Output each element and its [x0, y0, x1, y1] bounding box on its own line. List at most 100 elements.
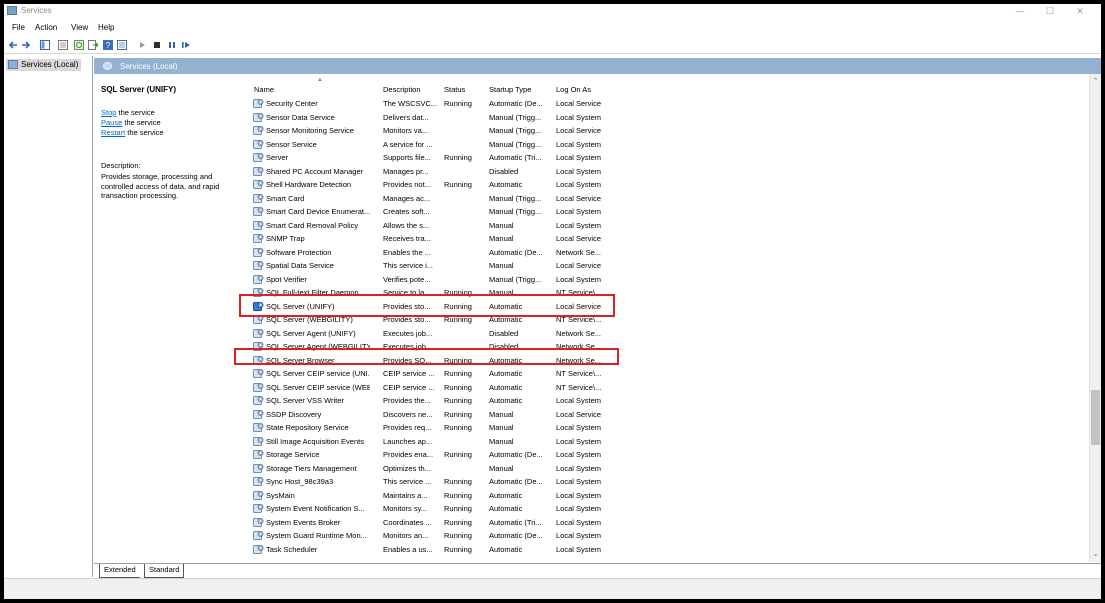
cell-description: Manages pr... — [383, 166, 429, 176]
table-row[interactable]: Spatial Data Service This service i... Man… — [245, 259, 1089, 273]
scrollbar-thumb[interactable] — [1091, 390, 1100, 445]
scroll-up-arrow-icon[interactable]: ⌃ — [1090, 76, 1101, 87]
table-row[interactable]: Smart Card Removal Policy Allows the s...… — [245, 219, 1089, 233]
table-row[interactable]: Sync Host_98c39a3 This service ... Running… — [245, 475, 1089, 489]
column-header-log-on-as[interactable]: Log On As — [556, 85, 591, 94]
cell-log-on-as: Network Se... — [556, 247, 602, 257]
start-service-icon[interactable] — [137, 40, 147, 50]
menu-file[interactable]: File — [12, 23, 25, 32]
column-header-status[interactable]: Status — [444, 85, 465, 94]
table-row[interactable]: SQL Server CEIP service (WEB... CEIP serv… — [245, 381, 1089, 395]
table-row[interactable]: Software Protection Enables the ... Automa… — [245, 246, 1089, 260]
table-row[interactable]: Server Supports file... Running Automatic (… — [245, 151, 1089, 165]
minimize-button[interactable]: — — [1008, 5, 1032, 17]
services-node-icon — [8, 60, 18, 69]
service-gear-icon — [253, 490, 264, 501]
table-row[interactable]: Spot Verifier Verifies pote... Manual (Tri… — [245, 273, 1089, 287]
table-row[interactable]: System Guard Runtime Mon... Monitors an..… — [245, 529, 1089, 543]
pause-service-icon[interactable] — [167, 40, 177, 50]
column-header-name[interactable]: Name — [254, 85, 274, 94]
export-list-icon[interactable] — [88, 40, 98, 50]
back-arrow-icon[interactable] — [8, 40, 18, 50]
table-row[interactable]: Task Scheduler Enables a us... Running Auto… — [245, 543, 1089, 557]
scroll-down-arrow-icon[interactable]: ⌄ — [1090, 549, 1101, 560]
cell-name: Sync Host_98c39a3 — [266, 477, 334, 486]
column-header-description[interactable]: Description — [383, 85, 421, 94]
menu-help[interactable]: Help — [98, 23, 114, 32]
table-row[interactable]: SSDP Discovery Discovers ne... Running Manu… — [245, 408, 1089, 422]
close-button[interactable]: ✕ — [1068, 5, 1092, 17]
tab-standard[interactable]: Standard — [144, 564, 185, 578]
cell-name: SysMain — [266, 490, 295, 500]
column-header-startup-type[interactable]: Startup Type — [489, 85, 531, 94]
forward-arrow-icon[interactable] — [21, 40, 31, 50]
cell-startup-type: Manual — [489, 436, 514, 446]
table-row[interactable]: Storage Tiers Management Optimizes th... M… — [245, 462, 1089, 476]
cell-log-on-as: Local System — [556, 463, 602, 473]
table-row[interactable]: Smart Card Device Enumerat... Creates sof… — [245, 205, 1089, 219]
services-app-icon — [7, 6, 17, 15]
service-gear-icon — [253, 233, 264, 244]
tree-item-services-local[interactable]: Services (Local) — [6, 59, 82, 71]
pause-service-line: Pause the service — [101, 118, 161, 127]
cell-log-on-as: Local System — [556, 153, 602, 162]
table-row[interactable]: SQL Server Agent (UNIFY) Executes job... D… — [245, 327, 1089, 341]
refresh-icon[interactable] — [74, 40, 84, 50]
restart-service-icon[interactable] — [181, 40, 191, 50]
cell-description: Provides req... — [383, 423, 432, 432]
maximize-button[interactable]: ☐ — [1038, 5, 1062, 17]
table-row[interactable]: Sensor Data Service Delivers dat... Manual… — [245, 111, 1089, 125]
restart-service-link[interactable]: Restart — [101, 128, 125, 137]
properties-grid-icon[interactable] — [58, 40, 68, 50]
menu-action[interactable]: Action — [35, 23, 57, 32]
service-gear-icon — [253, 139, 264, 150]
cell-startup-type: Manual — [489, 234, 514, 243]
table-row[interactable]: Shell Hardware Detection Provides not... R… — [245, 178, 1089, 192]
table-row[interactable]: System Events Broker Coordinates ... Runni… — [245, 516, 1089, 530]
services-pane-icon — [103, 62, 112, 70]
cell-log-on-as: Local Service — [556, 99, 602, 108]
table-row[interactable]: SQL Server VSS Writer Provides the... Runn… — [245, 394, 1089, 408]
cell-name: Shared PC Account Manager — [266, 166, 364, 176]
table-row[interactable]: SysMain Maintains a... Running Automatic Loc… — [245, 489, 1089, 503]
stop-service-icon[interactable] — [152, 40, 162, 50]
tab-extended[interactable]: Extended — [99, 564, 140, 578]
table-row[interactable]: Smart Card Manages ac... Manual (Trigg... L… — [245, 192, 1089, 206]
table-row[interactable]: Security Center The WSCSVC... Running Autom… — [245, 97, 1089, 111]
table-row[interactable]: Sensor Service A service for ... Manual (T… — [245, 138, 1089, 152]
cell-name: SSDP Discovery — [266, 409, 322, 419]
table-row[interactable]: System Event Notification S... Monitors s… — [245, 502, 1089, 516]
table-row[interactable]: SNMP Trap Receives tra... Manual Local Serv… — [245, 232, 1089, 246]
vertical-scrollbar[interactable]: ⌃ ⌄ — [1089, 74, 1101, 562]
menu-view[interactable]: View — [71, 23, 88, 32]
cell-status: Running — [444, 396, 472, 405]
table-row[interactable]: Sensor Monitoring Service Monitors va... M… — [245, 124, 1089, 138]
help-icon[interactable]: ? — [103, 40, 113, 50]
stop-service-link[interactable]: Stop — [101, 108, 116, 117]
cell-name: SQL Server Agent (UNIFY) — [266, 328, 356, 338]
cell-startup-type: Automatic — [489, 396, 523, 405]
restart-link-suffix: the service — [125, 128, 164, 137]
cell-log-on-as: Local System — [556, 436, 602, 446]
cell-name: Storage Service — [266, 450, 320, 459]
cell-description: Discovers ne... — [383, 409, 433, 419]
table-row[interactable]: State Repository Service Provides req... R… — [245, 421, 1089, 435]
table-row[interactable]: Shared PC Account Manager Manages pr... Di… — [245, 165, 1089, 179]
cell-startup-type: Automatic (De... — [489, 450, 543, 459]
view-detail-icon[interactable] — [117, 40, 127, 50]
cell-description: Provides the... — [383, 396, 431, 405]
cell-log-on-as: Local System — [556, 517, 602, 527]
cell-status: Running — [444, 382, 472, 392]
cell-name: Storage Tiers Management — [266, 463, 357, 473]
cell-startup-type: Manual (Trigg... — [489, 274, 542, 284]
cell-startup-type: Manual (Trigg... — [489, 139, 542, 149]
cell-log-on-as: Local System — [556, 274, 602, 284]
pause-service-link[interactable]: Pause — [101, 118, 122, 127]
cell-description: Executes job... — [383, 328, 433, 338]
cell-log-on-as: Local System — [556, 180, 602, 189]
table-row[interactable]: Storage Service Provides ena... Running Aut… — [245, 448, 1089, 462]
table-row[interactable]: SQL Server CEIP service (UNI... CEIP serv… — [245, 367, 1089, 381]
table-row[interactable]: Still Image Acquisition Events Launches a… — [245, 435, 1089, 449]
show-hide-console-tree-icon[interactable] — [40, 40, 50, 50]
cell-status: Running — [444, 180, 472, 189]
